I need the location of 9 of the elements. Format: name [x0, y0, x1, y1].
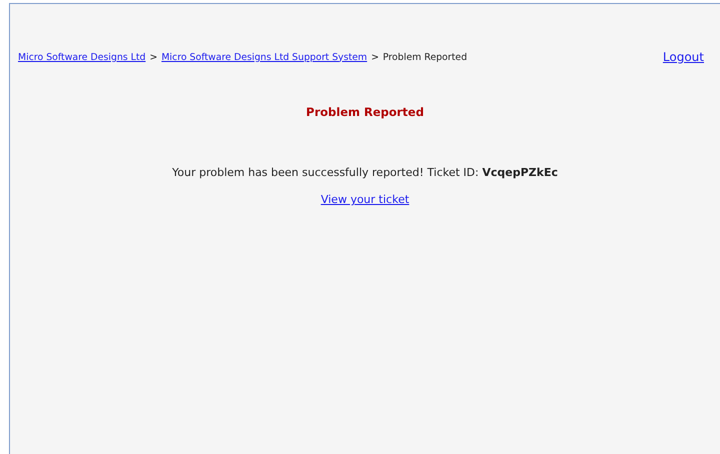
breadcrumb-link[interactable]: Micro Software Designs Ltd Support System — [161, 52, 368, 62]
page-heading: Problem Reported — [305, 105, 425, 119]
success-message: Your problem has been successfully reported! Ticket ID: VcqepPZkEc — [171, 166, 559, 179]
breadcrumb-link[interactable]: Micro Software Designs Ltd — [18, 52, 146, 62]
breadcrumb-separator: > — [371, 52, 379, 62]
view-ticket-link[interactable]: View your ticket — [320, 193, 410, 206]
logout-link[interactable]: Logout — [662, 50, 704, 64]
breadcrumb-separator: > — [150, 52, 158, 62]
breadcrumb-current: Problem Reported — [382, 52, 468, 62]
